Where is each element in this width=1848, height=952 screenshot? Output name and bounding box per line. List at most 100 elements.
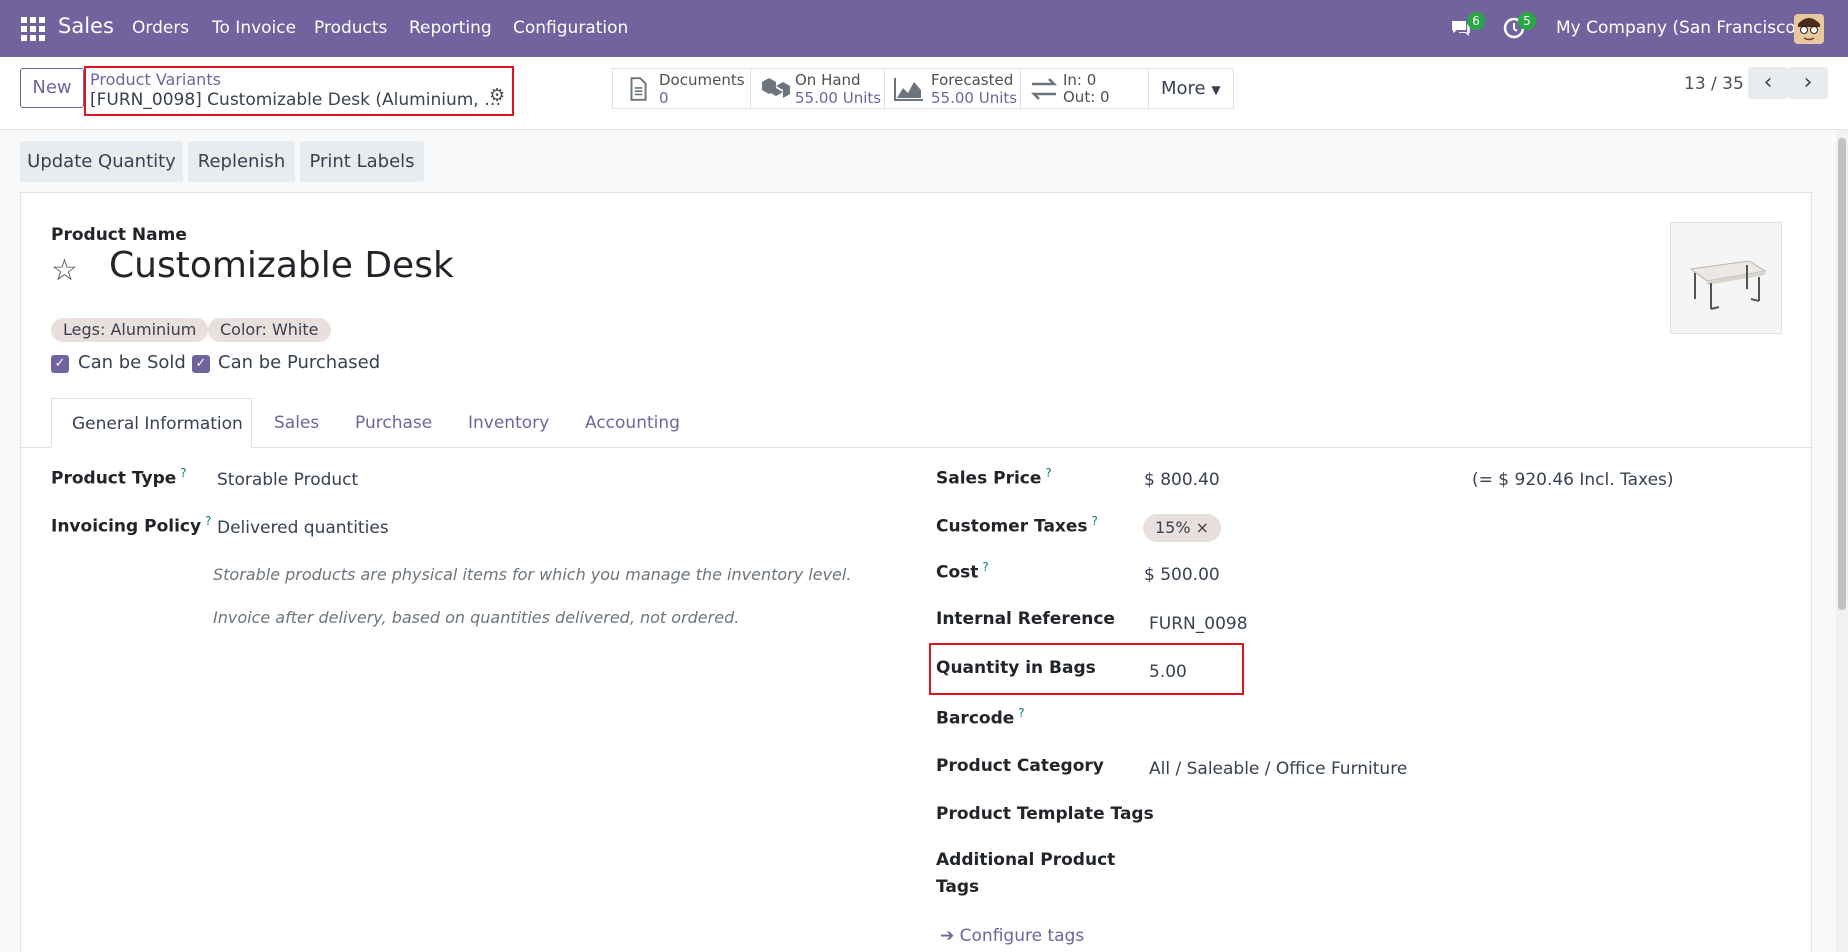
- on-hand-button[interactable]: On Hand 55.00 Units: [751, 69, 885, 108]
- menu-orders[interactable]: Orders: [132, 18, 189, 38]
- internal-reference-label: Internal Reference: [936, 609, 1115, 629]
- update-quantity-button[interactable]: Update Quantity: [20, 141, 183, 182]
- customer-tax-badge[interactable]: 15% ×: [1143, 514, 1222, 542]
- menu-configuration[interactable]: Configuration: [513, 18, 628, 38]
- product-category-field[interactable]: All / Saleable / Office Furniture: [1149, 759, 1407, 779]
- new-button[interactable]: New: [20, 68, 84, 108]
- document-icon: [630, 77, 647, 101]
- product-type-label: Product Type?: [51, 466, 187, 489]
- activities-badge: 5: [1518, 12, 1536, 30]
- help-icon[interactable]: ?: [180, 466, 186, 480]
- configure-tags-label: Configure tags: [959, 926, 1085, 946]
- tab-inventory[interactable]: Inventory: [468, 413, 549, 433]
- documents-label: Documents: [659, 71, 745, 89]
- area-chart-icon: [894, 78, 923, 101]
- user-avatar[interactable]: [1794, 14, 1824, 44]
- quantity-in-bags-field[interactable]: 5.00: [1149, 662, 1187, 682]
- pager-next-button[interactable]: ›: [1788, 67, 1828, 99]
- exchange-icon: [1030, 78, 1058, 100]
- help-icon[interactable]: ?: [1018, 706, 1024, 720]
- in-label: In: 0: [1063, 71, 1097, 89]
- product-name-field[interactable]: Customizable Desk: [109, 245, 454, 286]
- scrollbar-thumb[interactable]: [1838, 138, 1846, 610]
- documents-value: 0: [659, 89, 669, 107]
- forecasted-value: 55.00 Units: [931, 89, 1018, 107]
- invoicing-policy-label-text: Invoicing Policy: [51, 516, 202, 537]
- invoicing-policy-field[interactable]: Delivered quantities: [217, 518, 389, 538]
- invoice-hint: Invoice after delivery, based on quantit…: [213, 608, 740, 627]
- storable-hint: Storable products are physical items for…: [213, 565, 852, 584]
- company-switcher[interactable]: My Company (San Francisco): [1556, 18, 1802, 38]
- print-labels-button[interactable]: Print Labels: [300, 141, 424, 182]
- pager-previous-button[interactable]: ‹: [1748, 67, 1788, 99]
- help-icon[interactable]: ?: [1045, 466, 1051, 480]
- in-out-button[interactable]: In: 0 Out: 0: [1021, 69, 1149, 108]
- documents-button[interactable]: Documents 0: [613, 69, 751, 108]
- invoicing-policy-label: Invoicing Policy?: [51, 514, 211, 537]
- sales-price-field[interactable]: $ 800.40: [1144, 470, 1220, 490]
- internal-reference-field[interactable]: FURN_0098: [1149, 614, 1248, 634]
- barcode-label: Barcode?: [936, 706, 1025, 729]
- menu-to-invoice[interactable]: To Invoice: [212, 18, 296, 38]
- scrollbar[interactable]: [1836, 130, 1848, 952]
- app-name[interactable]: Sales: [58, 14, 114, 38]
- top-navbar: Sales Orders To Invoice Products Reporti…: [0, 0, 1848, 57]
- more-label: More ▼: [1161, 78, 1221, 99]
- barcode-label-text: Barcode: [936, 708, 1015, 729]
- customer-taxes-label-text: Customer Taxes: [936, 516, 1088, 537]
- tab-sales[interactable]: Sales: [274, 413, 319, 433]
- forecasted-button[interactable]: Forecasted 55.00 Units: [885, 69, 1021, 108]
- quantity-in-bags-label: Quantity in Bags: [936, 658, 1096, 678]
- breadcrumb-parent-link[interactable]: Product Variants: [90, 70, 221, 89]
- product-category-label: Product Category: [936, 756, 1104, 776]
- cost-label: Cost?: [936, 560, 989, 583]
- customer-taxes-label: Customer Taxes?: [936, 514, 1098, 537]
- caret-down-icon: ▼: [1211, 83, 1221, 97]
- cost-field[interactable]: $ 500.00: [1144, 565, 1220, 585]
- apps-menu-icon[interactable]: [21, 17, 45, 41]
- pager-value[interactable]: 13 / 35: [1684, 74, 1744, 94]
- tag-color: Color: White: [208, 318, 331, 342]
- notebook-tabs: General Information Sales Purchase Inven…: [21, 398, 1811, 448]
- help-icon[interactable]: ?: [1092, 514, 1098, 528]
- product-template-tags-label: Product Template Tags: [936, 804, 1154, 824]
- messages-badge: 6: [1467, 12, 1485, 30]
- tab-general-information-label: General Information: [72, 414, 243, 434]
- more-text: More: [1161, 78, 1206, 99]
- incl-taxes-value: (= $ 920.46 Incl. Taxes): [1472, 470, 1674, 490]
- breadcrumb-current: [FURN_0098] Customizable Desk (Aluminium…: [90, 90, 502, 110]
- desk-image: [1689, 260, 1767, 310]
- product-type-field[interactable]: Storable Product: [217, 470, 358, 490]
- replenish-button[interactable]: Replenish: [188, 141, 295, 182]
- can-be-purchased-checkbox[interactable]: ✓: [192, 355, 210, 373]
- control-panel: New Product Variants [FURN_0098] Customi…: [0, 57, 1848, 130]
- more-button[interactable]: More ▼: [1149, 69, 1233, 108]
- on-hand-value: 55.00 Units: [795, 89, 882, 107]
- help-icon[interactable]: ?: [205, 514, 211, 528]
- cost-label-text: Cost: [936, 562, 979, 583]
- arrow-right-icon: ➔: [940, 926, 955, 946]
- can-be-purchased-label: Can be Purchased: [218, 352, 381, 373]
- smart-buttons: Documents 0 On Hand 55.00 Units Forecast…: [612, 68, 1234, 109]
- cubes-icon: [762, 78, 790, 98]
- product-image[interactable]: [1670, 222, 1782, 334]
- out-label: Out: 0: [1063, 88, 1110, 106]
- can-be-sold-checkbox[interactable]: ✓: [51, 355, 69, 373]
- sales-price-label: Sales Price?: [936, 466, 1052, 489]
- help-icon[interactable]: ?: [982, 560, 988, 574]
- gear-icon[interactable]: ⚙: [489, 87, 507, 105]
- tab-accounting[interactable]: Accounting: [585, 413, 680, 433]
- menu-reporting[interactable]: Reporting: [409, 18, 492, 38]
- can-be-sold-label: Can be Sold: [78, 352, 186, 373]
- forecasted-label: Forecasted: [931, 71, 1014, 89]
- tab-purchase[interactable]: Purchase: [355, 413, 432, 433]
- menu-products[interactable]: Products: [314, 18, 387, 38]
- product-name-label: Product Name: [51, 225, 187, 245]
- additional-product-tags-label-line2: Tags: [936, 877, 980, 897]
- product-type-label-text: Product Type: [51, 468, 177, 489]
- tag-legs: Legs: Aluminium: [51, 318, 209, 342]
- sales-price-label-text: Sales Price: [936, 468, 1042, 489]
- tab-general-information[interactable]: General Information: [51, 398, 252, 448]
- favorite-star-icon[interactable]: ☆: [51, 253, 78, 288]
- configure-tags-link[interactable]: ➔ Configure tags: [940, 926, 1084, 946]
